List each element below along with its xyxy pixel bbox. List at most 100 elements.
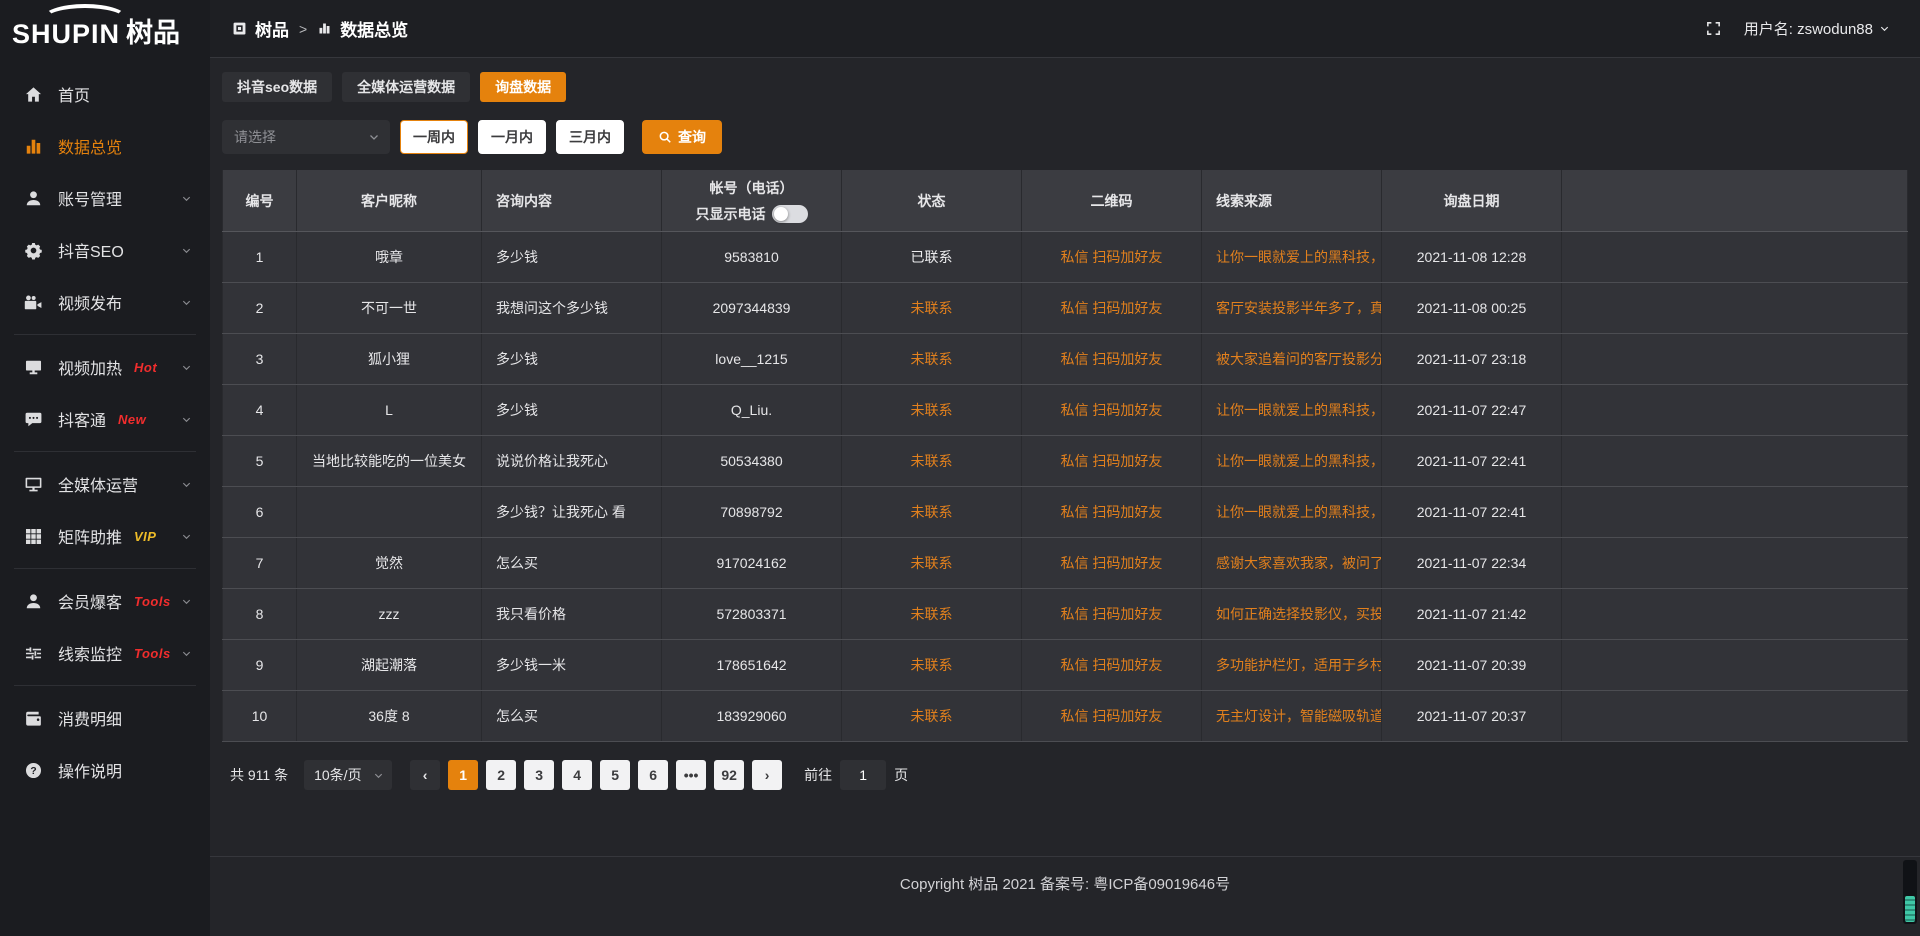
- chevron-down-icon: [181, 414, 192, 425]
- cell-number: 5: [222, 436, 297, 486]
- sidebar-item-help[interactable]: ?操作说明: [0, 744, 210, 796]
- sidebar-item-label: 视频加热: [58, 355, 122, 379]
- chevron-down-icon: [181, 479, 192, 490]
- topbar: 树品 > 数据总览 用户名: zswodun88: [210, 0, 1920, 58]
- goto-page-input[interactable]: [840, 760, 886, 790]
- sidebar-badge: Hot: [134, 360, 157, 375]
- cell-status: 未联系: [842, 589, 1022, 639]
- sidebar: SHUPIN 树品 首页数据总览账号管理抖音SEO视频发布视频加热Hot抖客通N…: [0, 0, 210, 936]
- chevron-down-icon: [373, 770, 384, 781]
- cell-status: 已联系: [842, 232, 1022, 282]
- sidebar-item-sliders[interactable]: 线索监控Tools: [0, 627, 210, 679]
- cell-qrcode-link[interactable]: 私信 扫码加好友: [1022, 691, 1202, 741]
- cell-qrcode-link[interactable]: 私信 扫码加好友: [1022, 334, 1202, 384]
- cell-source-link[interactable]: 客厅安装投影半年多了，真实...: [1202, 283, 1382, 333]
- cell-content: 多少钱？让我死心 看: [482, 487, 662, 537]
- bar-chart-icon: [24, 136, 44, 156]
- cell-source-link[interactable]: 让你一眼就爱上的黑科技，能...: [1202, 436, 1382, 486]
- sidebar-item-home[interactable]: 首页: [0, 68, 210, 120]
- cell-qrcode-link[interactable]: 私信 扫码加好友: [1022, 487, 1202, 537]
- sidebar-badge: Tools: [134, 594, 171, 609]
- sidebar-item-member[interactable]: 会员爆客Tools: [0, 575, 210, 627]
- page-button-1[interactable]: 1: [448, 760, 478, 790]
- cell-blank: [1562, 283, 1908, 333]
- page-button-3[interactable]: 3: [524, 760, 554, 790]
- tab-抖音seo数据[interactable]: 抖音seo数据: [222, 72, 332, 102]
- sidebar-item-chat[interactable]: 抖客通New: [0, 393, 210, 445]
- total-count: 共 911 条: [230, 765, 288, 785]
- cell-qrcode-link[interactable]: 私信 扫码加好友: [1022, 589, 1202, 639]
- page-ellipsis-button[interactable]: •••: [676, 760, 706, 790]
- cell-source-link[interactable]: 让你一眼就爱上的黑科技，能...: [1202, 232, 1382, 282]
- sliders-icon: [24, 643, 44, 663]
- page-button-2[interactable]: 2: [486, 760, 516, 790]
- filter-select[interactable]: 请选择: [222, 120, 390, 154]
- scroll-thumb[interactable]: [1905, 896, 1915, 922]
- period-button-一周内[interactable]: 一周内: [400, 120, 468, 154]
- sidebar-item-wallet[interactable]: 消费明细: [0, 692, 210, 744]
- cell-number: 10: [222, 691, 297, 741]
- phone-only-toggle[interactable]: [772, 205, 808, 223]
- page-button-6[interactable]: 6: [638, 760, 668, 790]
- cell-qrcode-link[interactable]: 私信 扫码加好友: [1022, 538, 1202, 588]
- page-button-4[interactable]: 4: [562, 760, 592, 790]
- page-button-5[interactable]: 5: [600, 760, 630, 790]
- cell-content: 我只看价格: [482, 589, 662, 639]
- sidebar-item-bar-chart[interactable]: 数据总览: [0, 120, 210, 172]
- cell-date: 2021-11-07 23:18: [1382, 334, 1562, 384]
- cell-qrcode-link[interactable]: 私信 扫码加好友: [1022, 385, 1202, 435]
- fullscreen-icon[interactable]: [1705, 20, 1722, 37]
- cell-status: 未联系: [842, 538, 1022, 588]
- sidebar-item-gear[interactable]: 抖音SEO: [0, 224, 210, 276]
- goto-label: 前往: [804, 765, 832, 785]
- sidebar-item-label: 视频发布: [58, 290, 122, 314]
- column-header-label: 帐号（电话）: [710, 178, 794, 198]
- bar-chart-icon: [317, 21, 332, 36]
- cell-blank: [1562, 385, 1908, 435]
- content: 抖音seo数据全媒体运营数据询盘数据 请选择 一周内一月内三月内 查询 编号客户…: [210, 58, 1920, 856]
- cell-content: 多少钱: [482, 232, 662, 282]
- period-button-三月内[interactable]: 三月内: [556, 120, 624, 154]
- sidebar-item-user[interactable]: 账号管理: [0, 172, 210, 224]
- cell-blank: [1562, 232, 1908, 282]
- cell-account: 917024162: [662, 538, 842, 588]
- cell-content: 我想问这个多少钱: [482, 283, 662, 333]
- sidebar-item-desktop[interactable]: 全媒体运营: [0, 458, 210, 510]
- page-size-select[interactable]: 10条/页: [304, 760, 392, 790]
- period-button-一月内[interactable]: 一月内: [478, 120, 546, 154]
- cell-source-link[interactable]: 让你一眼就爱上的黑科技，能...: [1202, 385, 1382, 435]
- sidebar-divider: [14, 451, 196, 452]
- main-area: 树品 > 数据总览 用户名: zswodun88 抖音seo数据全媒体运营数据询…: [210, 0, 1920, 936]
- cell-source-link[interactable]: 多功能护栏灯，适用于乡村文...: [1202, 640, 1382, 690]
- chevron-down-icon: [1879, 23, 1890, 34]
- cell-source-link[interactable]: 让你一眼就爱上的黑科技，能...: [1202, 487, 1382, 537]
- tab-全媒体运营数据[interactable]: 全媒体运营数据: [342, 72, 470, 102]
- search-button[interactable]: 查询: [642, 120, 722, 154]
- home-icon: [24, 84, 44, 104]
- sidebar-item-video-camera[interactable]: 视频发布: [0, 276, 210, 328]
- breadcrumb-root[interactable]: 树品: [255, 16, 289, 41]
- cell-source-link[interactable]: 无主灯设计，智能磁吸轨道灯...: [1202, 691, 1382, 741]
- cell-qrcode-link[interactable]: 私信 扫码加好友: [1022, 232, 1202, 282]
- scrollbar[interactable]: [1903, 860, 1917, 924]
- sidebar-divider: [14, 568, 196, 569]
- cell-qrcode-link[interactable]: 私信 扫码加好友: [1022, 283, 1202, 333]
- page-button-92[interactable]: 92: [714, 760, 744, 790]
- copyright-text: Copyright 树品 2021 备案号: 粤ICP备09019646号: [900, 873, 1230, 936]
- sidebar-item-grid[interactable]: 矩阵助推VIP: [0, 510, 210, 562]
- cell-source-link[interactable]: 被大家追着问的客厅投影分享...: [1202, 334, 1382, 384]
- next-page-button[interactable]: ›: [752, 760, 782, 790]
- user-menu[interactable]: 用户名: zswodun88: [1744, 18, 1890, 39]
- cell-qrcode-link[interactable]: 私信 扫码加好友: [1022, 436, 1202, 486]
- cell-source-link[interactable]: 感谢大家喜欢我家，被问了好...: [1202, 538, 1382, 588]
- table-row: 6多少钱？让我死心 看70898792未联系私信 扫码加好友让你一眼就爱上的黑科…: [222, 487, 1908, 538]
- chevron-down-icon: [181, 531, 192, 542]
- prev-page-button[interactable]: ‹: [410, 760, 440, 790]
- video-camera-icon: [24, 292, 44, 312]
- cell-source-link[interactable]: 如何正确选择投影仪，买投影...: [1202, 589, 1382, 639]
- tab-询盘数据[interactable]: 询盘数据: [480, 72, 566, 102]
- app-square-icon: [232, 21, 247, 36]
- cell-status: 未联系: [842, 283, 1022, 333]
- cell-qrcode-link[interactable]: 私信 扫码加好友: [1022, 640, 1202, 690]
- sidebar-item-monitor-play[interactable]: 视频加热 Hot: [0, 341, 210, 393]
